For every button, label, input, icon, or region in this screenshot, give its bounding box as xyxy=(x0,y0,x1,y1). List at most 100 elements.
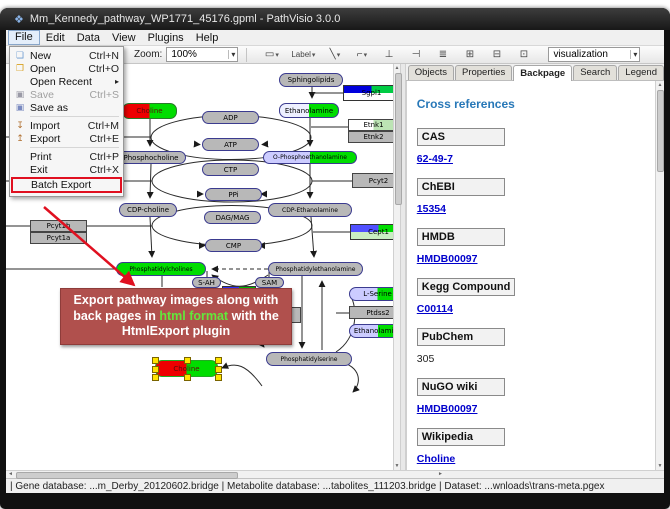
selection-handle[interactable] xyxy=(215,357,222,364)
scroll-up-icon[interactable]: ▲ xyxy=(656,82,664,88)
scroll-down-icon[interactable]: ▼ xyxy=(394,463,400,469)
zoom-label: Zoom: xyxy=(134,49,162,60)
pathway-node-phosphocholine[interactable]: Phosphocholine xyxy=(116,151,186,164)
file-menu-item-save-as[interactable]: ▣Save as xyxy=(10,101,123,114)
pathway-node-dag-mag[interactable]: DAG/MAG xyxy=(204,211,261,224)
align-center-x-button[interactable]: ⊥ xyxy=(378,46,399,63)
panel-vertical-scrollbar[interactable]: ▲ ▼ xyxy=(655,81,664,470)
pathway-node-cdp-ethanolamine[interactable]: CDP-Ethanolamine xyxy=(268,203,352,217)
xref-link-kegg-compound[interactable]: C00114 xyxy=(417,303,453,315)
canvas-horizontal-scrollbar[interactable]: ◄ ► xyxy=(6,470,445,478)
file-menu-item-open[interactable]: ❐OpenCtrl+O xyxy=(10,62,123,75)
line-tool-button[interactable]: ╲▾ xyxy=(324,46,345,63)
pathway-node-etnk1[interactable]: Etnk1 xyxy=(348,119,393,131)
xref-value-chebi: 15354 xyxy=(417,203,655,215)
chevron-down-icon: ▾ xyxy=(630,50,637,59)
zoom-combobox[interactable]: 100% ▾ xyxy=(166,47,238,62)
tab-legend[interactable]: Legend xyxy=(618,65,664,80)
stack-horizontal-button-icon: ⊡ xyxy=(520,49,528,60)
xref-value-wikipedia: Choline xyxy=(417,453,655,465)
xref-value-kegg-compound: C00114 xyxy=(417,303,655,315)
selection-handle[interactable] xyxy=(215,366,222,373)
file-menu-item-batch-export[interactable]: Batch Export xyxy=(11,177,122,193)
pathway-node-choline[interactable]: Choline xyxy=(122,103,177,119)
file-menu-item-open-recent[interactable]: Open Recent▸ xyxy=(10,75,123,88)
file-menu-item-save[interactable]: ▣SaveCtrl+S xyxy=(10,88,123,101)
pathway-node-sam[interactable]: SAM xyxy=(255,277,284,288)
stack-vertical-button[interactable]: ⊟ xyxy=(486,46,507,63)
distribute-vertical-button[interactable]: ⊞ xyxy=(459,46,480,63)
tab-objects[interactable]: Objects xyxy=(408,65,454,80)
pathway-node-pcyt1a[interactable]: Pcyt1a xyxy=(30,232,87,244)
file-menu-item-export[interactable]: ↥ExportCtrl+E xyxy=(10,132,123,145)
xref-link-chebi[interactable]: 15354 xyxy=(417,203,446,215)
pathway-node-phosphatidylcholines[interactable]: Phosphatidylcholines xyxy=(116,262,206,276)
pathway-node-adp[interactable]: ADP xyxy=(202,111,259,124)
file-menu-item-print[interactable]: PrintCtrl+P xyxy=(10,150,123,163)
menu-edit[interactable]: Edit xyxy=(40,31,71,45)
xref-link-cas[interactable]: 62-49-7 xyxy=(417,153,453,165)
pathway-node-cept1[interactable]: Cept1 xyxy=(350,224,393,240)
menu-view[interactable]: View xyxy=(106,31,142,45)
pathway-node-etnk2[interactable]: Etnk2 xyxy=(348,131,393,143)
cross-references-heading: Cross references xyxy=(417,97,655,111)
scrollbar-thumb[interactable] xyxy=(657,90,664,172)
pathway-node-pcyt1b[interactable]: Pcyt1b xyxy=(30,220,87,232)
stack-horizontal-button[interactable]: ⊡ xyxy=(513,46,534,63)
pathway-node-cmp[interactable]: CMP xyxy=(205,239,262,252)
menu-item-label: Open Recent xyxy=(30,76,107,88)
pathway-node-s-ah[interactable]: S-AH xyxy=(192,277,221,288)
title-bar[interactable]: ❖ Mm_Kennedy_pathway_WP1771_45176.gpml -… xyxy=(0,8,670,30)
selection-handle[interactable] xyxy=(184,374,191,381)
file-menu-item-exit[interactable]: ExitCtrl+X xyxy=(10,163,123,176)
pathway-node-phosphatidylethanolamine[interactable]: Phosphatidylethanolamine xyxy=(268,262,363,276)
xref-link-hmdb[interactable]: HMDB00097 xyxy=(417,253,478,265)
datanode-template-button[interactable]: ▭▾ xyxy=(261,46,282,63)
pathway-node-sphingolipids[interactable]: Sphingolipids xyxy=(279,73,343,87)
tab-backpage[interactable]: Backpage xyxy=(513,65,572,81)
pathway-node-cdp-choline[interactable]: CDP-choline xyxy=(119,203,177,217)
pathway-node-ptdss2[interactable]: Ptdss2 xyxy=(349,306,393,319)
scroll-right-icon[interactable]: ► xyxy=(438,471,443,478)
menu-plugins[interactable]: Plugins xyxy=(142,31,190,45)
annotation-callout: Export pathway images along with back pa… xyxy=(60,288,292,345)
selection-handle[interactable] xyxy=(152,366,159,373)
scrollbar-thumb[interactable] xyxy=(395,73,402,205)
menu-item-label: Import xyxy=(30,120,80,132)
distribute-horizontal-button[interactable]: ≣ xyxy=(432,46,453,63)
menu-item-label: New xyxy=(30,50,81,62)
menu-data[interactable]: Data xyxy=(71,31,106,45)
menu-file[interactable]: File xyxy=(8,30,40,45)
pathway-node-phosphatidylserine[interactable]: Phosphatidylserine xyxy=(266,352,352,366)
label-template-button[interactable]: Label▾ xyxy=(288,46,318,63)
tab-search[interactable]: Search xyxy=(573,65,617,80)
file-menu-item-new[interactable]: ❏NewCtrl+N xyxy=(10,49,123,62)
pathway-node-ppi[interactable]: PPi xyxy=(205,188,262,201)
xref-link-wikipedia[interactable]: Choline xyxy=(417,453,456,465)
pathway-node-l-serine[interactable]: L-Serine xyxy=(349,287,393,301)
connector-tool-button[interactable]: ⌐▾ xyxy=(351,46,372,63)
selection-handle[interactable] xyxy=(184,357,191,364)
canvas-vertical-scrollbar[interactable]: ▲ ▼ xyxy=(393,64,400,470)
pathway-node-ctp[interactable]: CTP xyxy=(202,163,259,176)
tab-properties[interactable]: Properties xyxy=(455,65,512,80)
scrollbar-thumb[interactable] xyxy=(16,472,238,479)
visualization-combobox[interactable]: visualization ▾ xyxy=(548,47,640,62)
scroll-up-icon[interactable]: ▲ xyxy=(394,65,400,71)
scroll-left-icon[interactable]: ◄ xyxy=(8,471,13,478)
chevron-down-icon: ▾ xyxy=(337,51,341,59)
pathway-node-sgpl1[interactable]: Sgpl1 xyxy=(343,85,393,101)
menu-help[interactable]: Help xyxy=(190,31,225,45)
pathway-node-ethanolamine[interactable]: Ethanolamine xyxy=(279,103,339,118)
scroll-down-icon[interactable]: ▼ xyxy=(656,463,664,469)
selection-handle[interactable] xyxy=(215,374,222,381)
file-menu-item-import[interactable]: ↧ImportCtrl+M xyxy=(10,119,123,132)
pathway-node-ethanolamine[interactable]: Ethanolamine xyxy=(349,324,393,338)
pathway-node-pcyt2[interactable]: Pcyt2 xyxy=(352,173,393,188)
pathway-node-atp[interactable]: ATP xyxy=(202,138,259,151)
align-center-y-button[interactable]: ⊣ xyxy=(405,46,426,63)
pathway-node-o-phosphoethanolamine[interactable]: O-Phosphoethanolamine xyxy=(263,151,357,164)
selection-handle[interactable] xyxy=(152,357,159,364)
xref-link-nugo-wiki[interactable]: HMDB00097 xyxy=(417,403,478,415)
selection-handle[interactable] xyxy=(152,374,159,381)
